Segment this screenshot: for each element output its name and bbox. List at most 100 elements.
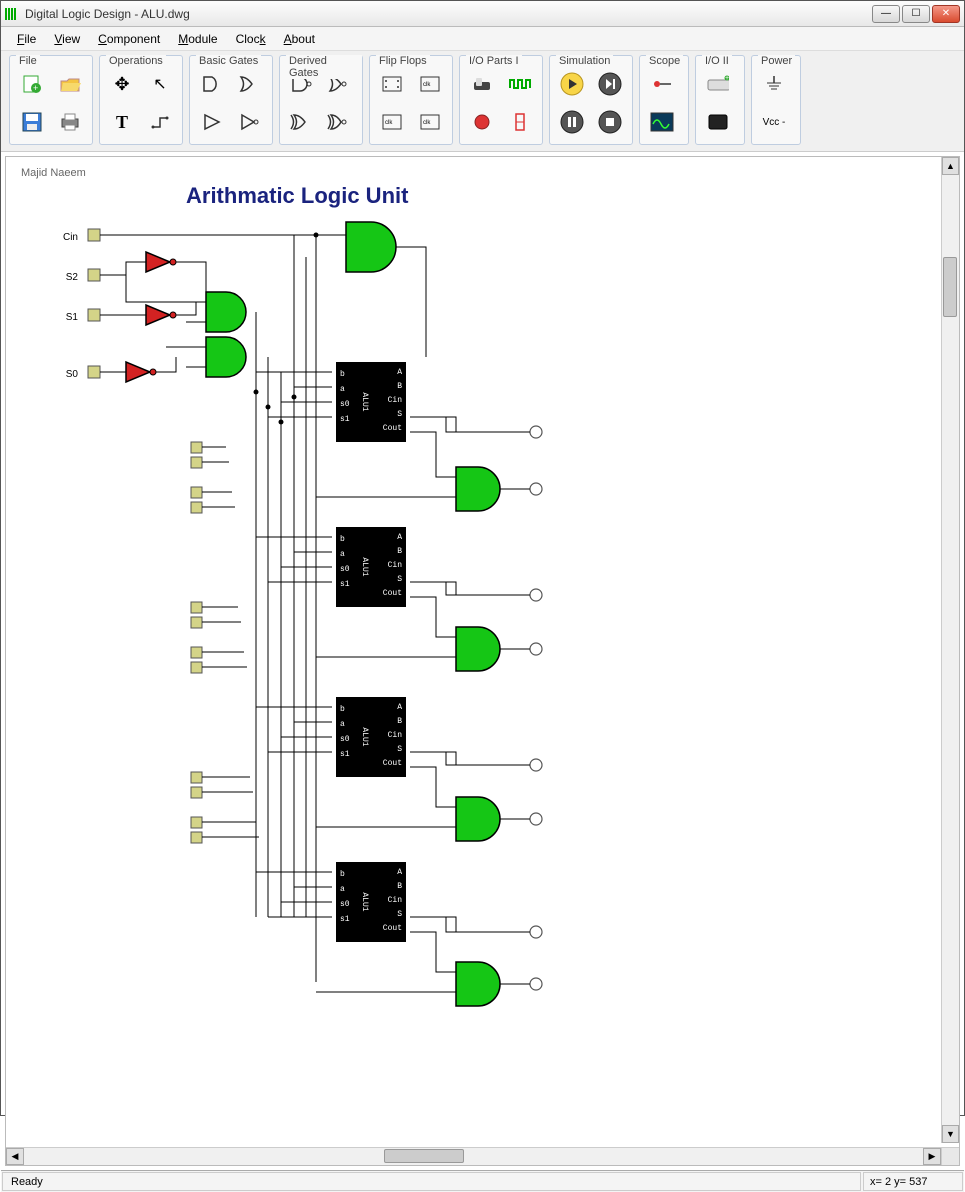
open-file-button[interactable] xyxy=(52,66,88,102)
svg-text:Cin: Cin xyxy=(63,232,78,243)
group-basic-gates: Basic Gates xyxy=(189,55,273,145)
menu-module[interactable]: Module xyxy=(170,29,225,49)
ground-button[interactable] xyxy=(756,66,792,102)
svg-text:B: B xyxy=(397,717,402,726)
svg-text:s0: s0 xyxy=(340,735,350,744)
xnor-gate-button[interactable] xyxy=(322,104,358,140)
probe-button[interactable] xyxy=(644,66,680,102)
svg-text:+: + xyxy=(725,75,729,82)
switch-button[interactable] xyxy=(464,66,500,102)
not-gate-button[interactable] xyxy=(232,104,268,140)
buffer-gate-button[interactable] xyxy=(194,104,230,140)
toolbar: File + Operations ✥ ↖ T Basic Gate xyxy=(1,51,964,152)
canvas-area: Majid Naeem Arithmatic Logic Unit Cin S2… xyxy=(5,156,960,1166)
svg-text:S: S xyxy=(397,575,402,584)
display-button[interactable] xyxy=(700,104,736,140)
new-file-button[interactable]: + xyxy=(14,66,50,102)
or-gate-button[interactable] xyxy=(232,66,268,102)
coordinates-text: x= 2 y= 537 xyxy=(863,1172,963,1191)
group-flipflops: Flip Flops clk clk clk xyxy=(369,55,453,145)
wire-tool-button[interactable] xyxy=(142,104,178,140)
scroll-down-icon[interactable]: ▼ xyxy=(942,1125,959,1143)
seven-segment-button[interactable] xyxy=(502,104,538,140)
clock-signal-button[interactable] xyxy=(502,66,538,102)
group-io-2: I/O II + xyxy=(695,55,745,145)
d-flipflop-button[interactable] xyxy=(374,66,410,102)
step-button[interactable] xyxy=(592,66,628,102)
canvas[interactable]: Majid Naeem Arithmatic Logic Unit Cin S2… xyxy=(6,157,936,1143)
svg-text:Cin: Cin xyxy=(388,561,403,570)
svg-text:s1: s1 xyxy=(340,415,350,424)
svg-text:a: a xyxy=(340,385,345,394)
svg-text:Cout: Cout xyxy=(383,759,402,768)
svg-text:s0: s0 xyxy=(340,400,350,409)
svg-text:a: a xyxy=(340,885,345,894)
svg-text:B: B xyxy=(397,382,402,391)
xor-gate-button[interactable] xyxy=(284,104,320,140)
menu-clock[interactable]: Clock xyxy=(228,29,274,49)
svg-text:a: a xyxy=(340,720,345,729)
menu-view[interactable]: View xyxy=(46,29,88,49)
oscilloscope-button[interactable] xyxy=(644,104,680,140)
select-tool-button[interactable]: ↖ xyxy=(142,66,178,102)
svg-text:ALU1: ALU1 xyxy=(360,727,369,746)
svg-text:A: A xyxy=(397,368,402,377)
text-tool-button[interactable]: T xyxy=(104,104,140,140)
led-button[interactable] xyxy=(464,104,500,140)
close-button[interactable]: ✕ xyxy=(932,5,960,23)
vcc-button[interactable]: Vcc - xyxy=(756,104,792,140)
svg-text:clk: clk xyxy=(385,120,393,126)
sr-flipflop-button[interactable]: clk xyxy=(412,104,448,140)
jk-flipflop-button[interactable]: clk xyxy=(412,66,448,102)
horizontal-scrollbar[interactable]: ◀ ▶ xyxy=(6,1147,941,1165)
menu-about[interactable]: About xyxy=(276,29,323,49)
svg-text:ALU1: ALU1 xyxy=(360,392,369,411)
keyboard-button[interactable]: + xyxy=(700,66,736,102)
vertical-scrollbar[interactable]: ▲ ▼ xyxy=(941,157,959,1143)
svg-text:B: B xyxy=(397,547,402,556)
svg-text:b: b xyxy=(340,535,345,544)
svg-text:S0: S0 xyxy=(66,369,79,380)
window-title: Digital Logic Design - ALU.dwg xyxy=(25,7,872,21)
move-tool-button[interactable]: ✥ xyxy=(104,66,140,102)
svg-text:ALU1: ALU1 xyxy=(360,557,369,576)
svg-text:s1: s1 xyxy=(340,750,350,759)
svg-text:clk: clk xyxy=(423,82,431,88)
play-button[interactable] xyxy=(554,66,590,102)
maximize-button[interactable]: ☐ xyxy=(902,5,930,23)
svg-text:s0: s0 xyxy=(340,900,350,909)
save-button[interactable] xyxy=(14,104,50,140)
svg-text:A: A xyxy=(397,868,402,877)
scroll-right-icon[interactable]: ▶ xyxy=(923,1148,941,1165)
svg-text:Cin: Cin xyxy=(388,896,403,905)
svg-text:s1: s1 xyxy=(340,915,350,924)
and-gate-button[interactable] xyxy=(194,66,230,102)
menu-file[interactable]: File xyxy=(9,29,44,49)
stop-button[interactable] xyxy=(592,104,628,140)
svg-text:b: b xyxy=(340,705,345,714)
svg-text:+: + xyxy=(33,83,38,93)
menu-bar: File View Component Module Clock About xyxy=(1,27,964,51)
svg-text:s1: s1 xyxy=(340,580,350,589)
t-flipflop-button[interactable]: clk xyxy=(374,104,410,140)
scroll-up-icon[interactable]: ▲ xyxy=(942,157,959,175)
hscroll-thumb[interactable] xyxy=(384,1149,464,1163)
print-button[interactable] xyxy=(52,104,88,140)
svg-text:ALU1: ALU1 xyxy=(360,892,369,911)
pause-button[interactable] xyxy=(554,104,590,140)
app-icon xyxy=(5,8,21,20)
scroll-thumb[interactable] xyxy=(943,257,957,317)
group-simulation: Simulation xyxy=(549,55,633,145)
circuit-svg: Cin S2 S1 S0 bas0s1ABCinSCout ALU1 bas0s… xyxy=(6,157,936,1143)
menu-component[interactable]: Component xyxy=(90,29,168,49)
svg-text:S2: S2 xyxy=(66,272,79,283)
group-scope: Scope xyxy=(639,55,689,145)
svg-text:clk: clk xyxy=(423,120,431,126)
group-file: File + xyxy=(9,55,93,145)
svg-text:b: b xyxy=(340,370,345,379)
minimize-button[interactable]: — xyxy=(872,5,900,23)
scroll-left-icon[interactable]: ◀ xyxy=(6,1148,24,1165)
svg-text:a: a xyxy=(340,550,345,559)
svg-text:b: b xyxy=(340,870,345,879)
group-io-parts-1: I/O Parts I xyxy=(459,55,543,145)
